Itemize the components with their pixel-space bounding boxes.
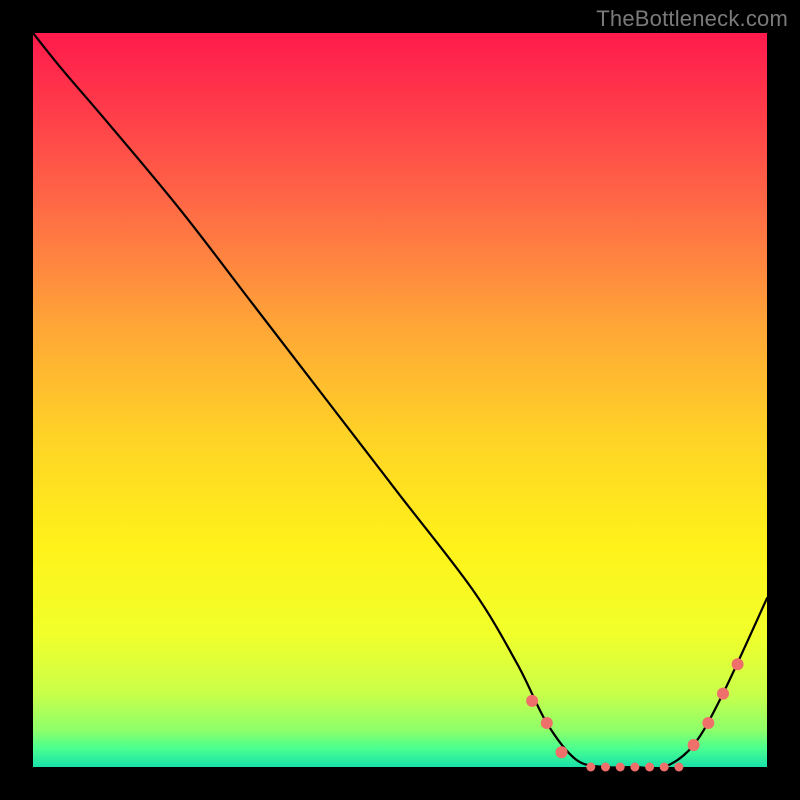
chart-frame: TheBottleneck.com — [0, 0, 800, 800]
curve-marker — [616, 763, 625, 772]
curve-marker — [732, 658, 744, 670]
curve-marker — [688, 739, 700, 751]
curve-marker — [601, 763, 610, 772]
curve-marker — [586, 763, 595, 772]
curve-marker — [645, 763, 654, 772]
curve-marker — [630, 763, 639, 772]
curve-marker — [556, 746, 568, 758]
curve-marker — [541, 717, 553, 729]
bottleneck-curve — [33, 33, 767, 767]
curve-path — [33, 33, 767, 769]
curve-marker — [674, 763, 683, 772]
curve-marker — [526, 695, 538, 707]
chart-plot-area — [33, 33, 767, 767]
curve-marker — [660, 763, 669, 772]
curve-marker — [702, 717, 714, 729]
curve-marker — [717, 688, 729, 700]
watermark-label: TheBottleneck.com — [596, 6, 788, 32]
